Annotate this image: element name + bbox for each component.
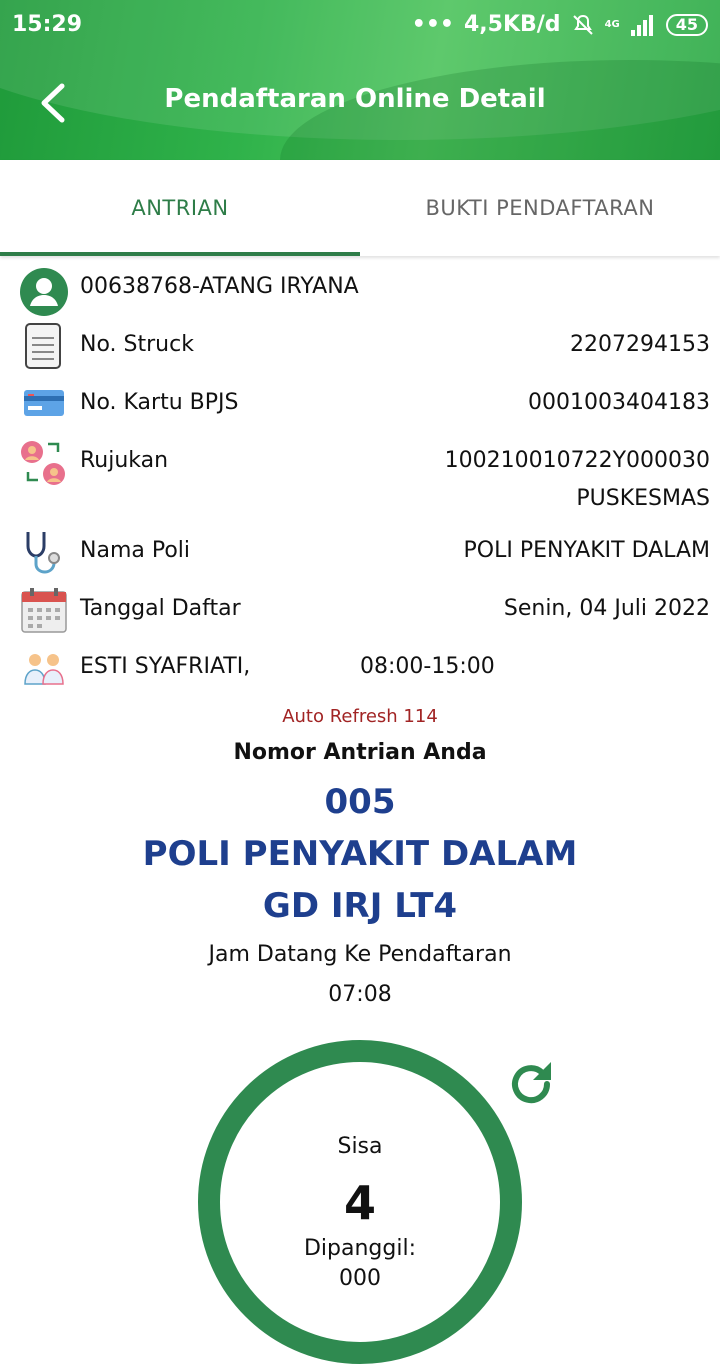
poli-value: POLI PENYAKIT DALAM — [463, 538, 710, 563]
arrival-label: Jam Datang Ke Pendaftaran — [208, 942, 512, 967]
stethoscope-icon — [26, 532, 60, 574]
doctor-name: ESTI SYAFRIATI, — [80, 654, 251, 679]
tab-antrian[interactable]: ANTRIAN — [0, 160, 360, 256]
battery-icon: 45 — [665, 13, 708, 36]
card-icon — [24, 390, 64, 416]
struck-value: 2207294153 — [570, 332, 710, 357]
doctors-icon — [24, 654, 64, 685]
user-avatar-icon — [20, 268, 68, 316]
rujukan-value: 100210010722Y000030 — [444, 448, 710, 473]
queue-location: GD IRJ LT4 — [262, 886, 458, 926]
network-speed: 4,5KB/d — [463, 12, 561, 37]
arrival-time: 07:08 — [328, 982, 392, 1007]
status-time: 15:29 — [12, 12, 83, 37]
queue-number: 005 — [324, 782, 396, 822]
remaining-count: 4 — [343, 1176, 376, 1230]
receipt-icon — [25, 323, 61, 369]
queue-label: Nomor Antrian Anda — [233, 740, 487, 765]
rujukan-label: Rujukan — [80, 448, 169, 473]
struck-label: No. Struck — [80, 332, 194, 357]
auto-refresh-text: Auto Refresh 114 — [282, 706, 438, 727]
patient-name: 00638768-ATANG IRYANA — [80, 274, 359, 299]
tab-bar: ANTRIAN BUKTI PENDAFTARAN — [0, 160, 720, 256]
queue-poli: POLI PENYAKIT DALAM — [142, 834, 578, 874]
dots-icon: ••• — [411, 12, 454, 37]
called-label: Dipanggil: — [303, 1236, 416, 1261]
tab-bukti-pendaftaran[interactable]: BUKTI PENDAFTARAN — [360, 160, 720, 256]
bpjs-value: 0001003404183 — [528, 390, 710, 415]
signal-icon — [630, 14, 653, 36]
rujukan-source: PUSKESMAS — [576, 486, 710, 511]
poli-label: Nama Poli — [80, 538, 191, 563]
network-type: 4G — [604, 19, 620, 30]
calendar-icon — [21, 588, 67, 633]
remaining-label: Sisa — [337, 1134, 383, 1159]
page-title: Pendaftaran Online Detail — [164, 84, 546, 114]
called-number: 000 — [339, 1266, 381, 1291]
bpjs-label: No. Kartu BPJS — [80, 390, 239, 415]
status-bar: 15:29 ••• 4,5KB/d 4G 45 — [0, 0, 720, 50]
doctor-hours: 08:00-15:00 — [360, 654, 495, 679]
app-header: 15:29 ••• 4,5KB/d 4G 45 Pendaftaran Onli… — [0, 0, 720, 160]
date-value: Senin, 04 Juli 2022 — [503, 596, 710, 621]
referral-icon — [21, 441, 65, 485]
status-right: ••• 4,5KB/d 4G 45 — [412, 12, 708, 37]
mute-icon — [572, 14, 593, 35]
refresh-icon[interactable] — [505, 1058, 557, 1110]
date-label: Tanggal Daftar — [80, 596, 241, 621]
